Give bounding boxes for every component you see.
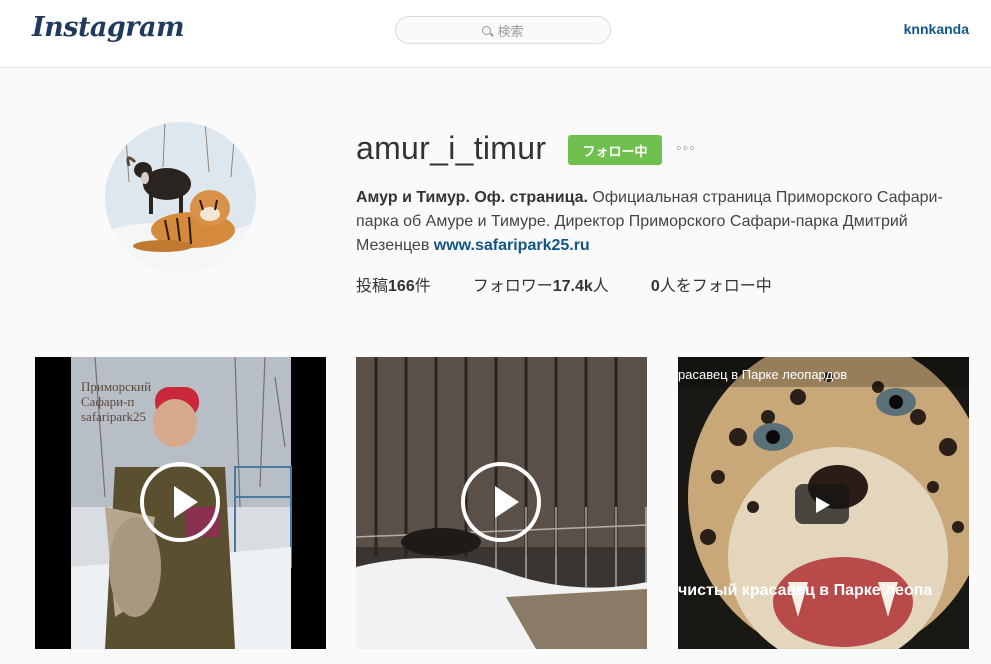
posts-count: 投稿166件 (356, 278, 431, 295)
play-video-icon (461, 462, 541, 542)
video-title: расавец в Парке леопардов (678, 367, 848, 382)
current-user-link[interactable]: knnkanda (904, 21, 969, 37)
followers-count[interactable]: フォロワー17.4k人 (473, 272, 609, 296)
video-watermark: Приморский Сафари-п safaripark25 (81, 379, 152, 424)
profile-stats: 投稿166件 フォロワー17.4k人 0人をフォロー中 (356, 272, 814, 296)
following-button[interactable]: フォロー中 (568, 135, 662, 165)
youtube-play-icon[interactable] (795, 484, 849, 524)
profile-username: amur_i_timur (356, 130, 547, 166)
search-placeholder: 検索 (497, 23, 524, 39)
following-count[interactable]: 0人をフォロー中 (651, 272, 772, 296)
profile-bio: Амур и Тимур. Оф. страница. Официальная … (356, 186, 966, 258)
play-video-icon (140, 462, 220, 542)
bio-full-name: Амур и Тимур. Оф. страница. (356, 189, 588, 206)
profile-avatar (105, 122, 256, 273)
post-thumbnail-1[interactable]: Приморский Сафари-п safaripark25 (35, 357, 326, 649)
top-navigation-bar: Instagram 検索 knnkanda (0, 0, 991, 68)
instagram-logo[interactable]: Instagram (32, 12, 185, 43)
more-options-button[interactable]: ◦◦◦ (676, 140, 696, 158)
search-input[interactable]: 検索 (395, 16, 611, 44)
post-thumbnail-2[interactable] (356, 357, 647, 649)
search-icon (482, 25, 492, 35)
video-subtitle: чистый красавец в Парке леопа (678, 582, 933, 599)
bio-website-link[interactable]: www.safaripark25.ru (434, 237, 590, 254)
